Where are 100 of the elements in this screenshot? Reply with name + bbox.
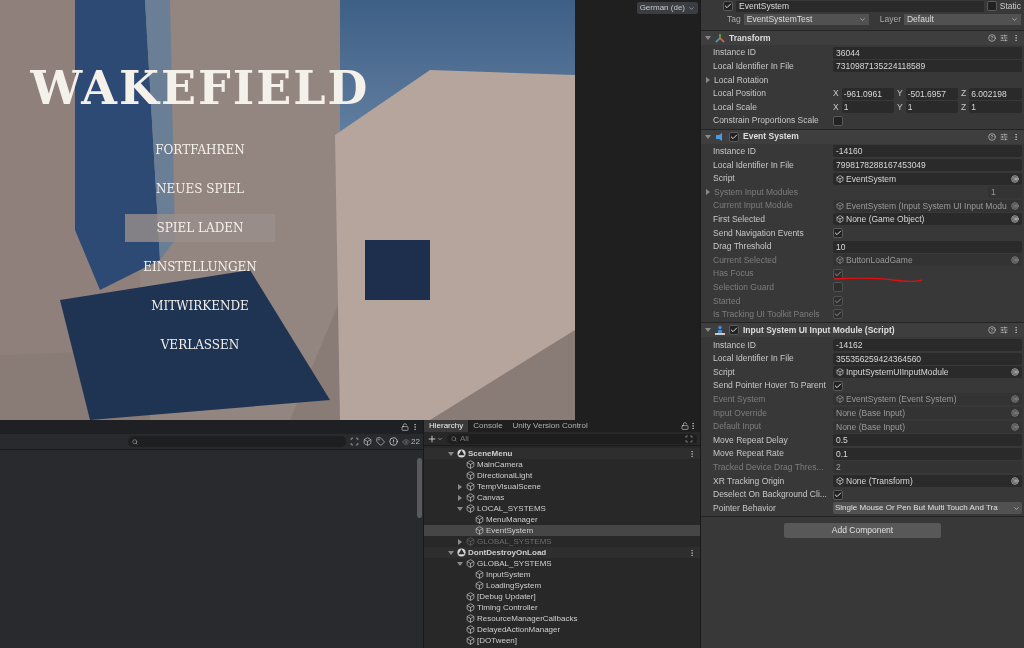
value-field[interactable]: 355356259424364560 (833, 352, 1022, 365)
object-field[interactable]: None (Game Object) (833, 213, 1022, 226)
expanded-arrow-icon[interactable] (705, 133, 711, 140)
checkbox[interactable] (833, 115, 843, 126)
axis-label: Z (961, 87, 967, 100)
hierarchy-item[interactable]: DirectionalLight (424, 470, 700, 481)
panel-tab[interactable]: Unity Version Control (507, 420, 593, 432)
layer-dropdown[interactable]: Default (904, 13, 1021, 25)
cube-icon (466, 559, 475, 568)
search-field[interactable] (128, 436, 347, 447)
hierarchy-item[interactable]: TempVisualScene (424, 481, 700, 492)
field-label: Move Repeat Delay (713, 433, 789, 447)
hierarchy-item[interactable]: [DOTween] (424, 635, 700, 646)
item-label: InputSystem (486, 568, 532, 581)
expanded-arrow-icon[interactable] (448, 450, 454, 457)
hierarchy-item[interactable]: EventSystem (424, 525, 700, 536)
item-label: [DOTween] (477, 634, 518, 647)
object-field[interactable]: None (Transform) (833, 475, 1022, 487)
field-label: Input Override (713, 406, 768, 420)
value-field[interactable]: 0.5 (833, 434, 1022, 447)
collapsed-arrow-icon[interactable] (705, 189, 711, 196)
field-label: Instance ID (713, 145, 757, 158)
scrollbar[interactable] (417, 458, 422, 518)
checkbox[interactable] (833, 227, 843, 238)
field-label: Local Scale (713, 100, 758, 114)
hierarchy-item[interactable]: LOCAL_SYSTEMS (424, 503, 700, 514)
object-field[interactable]: InputSystemUIInputModule (833, 366, 1022, 379)
hierarchy-item[interactable]: GLOBAL_SYSTEMS (424, 558, 700, 569)
item-label: DontDestroyOnLoad (468, 546, 548, 559)
value-field[interactable]: -14162 (833, 339, 1022, 352)
tag-icon (376, 437, 386, 446)
value-field[interactable]: 10 (833, 240, 1022, 253)
search-field[interactable]: All (447, 433, 697, 444)
field-label: Default Input (713, 420, 763, 433)
checkbox[interactable] (723, 1, 733, 11)
checkbox[interactable] (833, 380, 843, 391)
field-label: Local Position (713, 87, 767, 100)
value-field[interactable]: -14160 (833, 145, 1022, 158)
value-field[interactable]: 1 (841, 101, 894, 114)
collapsed-arrow-icon[interactable] (457, 494, 463, 501)
hierarchy-item[interactable]: DontDestroyOnLoad (424, 547, 700, 558)
checkbox[interactable] (986, 1, 997, 11)
hierarchy-item[interactable]: InputSystem (424, 569, 700, 580)
value-field[interactable]: -501.6957 (905, 87, 958, 100)
name-field[interactable]: EventSystem (736, 0, 984, 12)
value-field[interactable]: 1 (969, 101, 1022, 114)
menu-button[interactable]: VERLASSEN (125, 330, 275, 359)
panel-tab[interactable]: Console (468, 420, 508, 432)
checkbox[interactable] (833, 489, 843, 500)
value-field[interactable]: -961.0961 (841, 87, 894, 100)
lock-icon (681, 422, 689, 430)
cube-icon (466, 482, 475, 491)
hierarchy-item[interactable]: Canvas (424, 492, 700, 503)
axis-label: X (833, 87, 839, 100)
axis-label: Y (897, 87, 903, 100)
checkbox[interactable] (729, 131, 739, 142)
expanded-arrow-icon[interactable] (457, 505, 463, 512)
field-label: Constrain Proportions Scale (713, 114, 820, 128)
collapsed-arrow-icon[interactable] (705, 77, 711, 83)
hierarchy-item[interactable]: DelayedActionManager (424, 624, 700, 635)
expanded-arrow-icon[interactable] (448, 549, 454, 556)
hierarchy-item[interactable]: LoadingSystem (424, 580, 700, 591)
hierarchy-item[interactable]: MainCamera (424, 459, 700, 470)
value-field[interactable]: 7998178288167453049 (833, 158, 1022, 171)
value-field[interactable]: 7310987135224118589 (833, 60, 1022, 73)
hierarchy-item[interactable]: ResourceManagerCallbacks (424, 613, 700, 624)
static-label: Static (999, 0, 1021, 13)
menu-button[interactable]: MITWIRKENDE (125, 291, 275, 320)
dropdown[interactable]: Single Mouse Or Pen But Multi Touch And Tra (833, 502, 1022, 515)
expanded-arrow-icon[interactable] (705, 327, 711, 334)
component-header[interactable]: Transform (701, 30, 1024, 45)
value-field[interactable]: 6.002198 (969, 87, 1022, 100)
expanded-arrow-icon[interactable] (705, 35, 711, 41)
value-field[interactable]: 36044 (833, 46, 1022, 59)
hierarchy-item[interactable]: MenuManager (424, 514, 700, 525)
help-icon (988, 326, 996, 335)
hierarchy-item[interactable]: SceneMenu (424, 448, 700, 459)
panel-tab[interactable]: Hierarchy (424, 420, 469, 432)
value-field[interactable]: 0.1 (833, 447, 1022, 460)
field-label: Current Input Module (713, 199, 794, 213)
add-component-button[interactable]: Add Component (784, 523, 941, 538)
value-field[interactable]: 1 (905, 101, 958, 114)
item-label: LOCAL_SYSTEMS (477, 502, 547, 515)
add-button[interactable] (427, 433, 443, 444)
checkbox[interactable] (729, 325, 739, 336)
component-header[interactable]: Event System (701, 128, 1024, 144)
tag-dropdown[interactable]: EventSystemTest (743, 13, 869, 25)
object-picker-icon (1011, 174, 1019, 183)
hierarchy-item[interactable]: Timing Controller (424, 602, 700, 613)
language-dropdown[interactable]: German (de) (636, 2, 698, 14)
item-label: MainCamera (477, 458, 524, 471)
object-picker-icon (1011, 256, 1019, 265)
item-label: LoadingSystem (486, 579, 543, 592)
expanded-arrow-icon[interactable] (457, 560, 463, 567)
component-header[interactable]: Input System UI Input Module (Script) (701, 322, 1024, 338)
hierarchy-item[interactable]: [Debug Updater] (424, 591, 700, 602)
field-label: Tracked Device Drag Thres... (713, 461, 825, 474)
collapsed-arrow-icon[interactable] (457, 483, 463, 490)
field-label: Local Identifier In File (713, 158, 795, 172)
object-field[interactable]: EventSystem (833, 172, 1022, 185)
